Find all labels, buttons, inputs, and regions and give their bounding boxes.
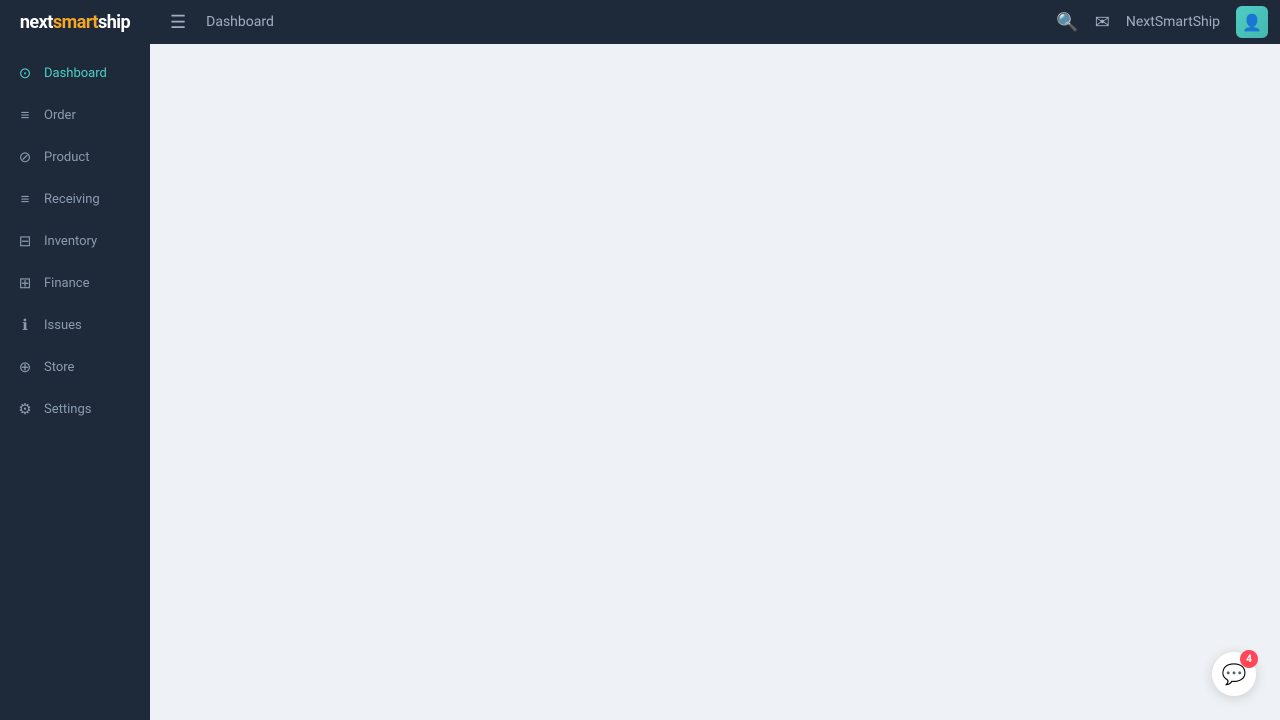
avatar-icon: 👤 <box>1242 13 1262 32</box>
content-area <box>150 44 1280 720</box>
sidebar-label-store: Store <box>44 360 74 375</box>
store-icon: ⊕ <box>16 358 34 376</box>
header-right: 🔍 ✉ NextSmartShip 👤 <box>1056 6 1268 38</box>
logo: nextsmartship <box>0 0 150 44</box>
logo-text: nextsmartship <box>20 12 130 33</box>
dashboard-icon: ⊙ <box>16 64 34 82</box>
order-icon: ≡ <box>16 106 34 124</box>
sidebar-item-store[interactable]: ⊕ Store <box>0 346 150 388</box>
sidebar-item-finance[interactable]: ⊞ Finance <box>0 262 150 304</box>
sidebar-label-inventory: Inventory <box>44 234 97 249</box>
sidebar-label-order: Order <box>44 108 76 123</box>
sidebar-label-receiving: Receiving <box>44 192 100 207</box>
settings-icon: ⚙ <box>16 400 34 418</box>
sidebar-item-product[interactable]: ⊘ Product <box>0 136 150 178</box>
sidebar-item-receiving[interactable]: ≡ Receiving <box>0 178 150 220</box>
sidebar: ⊙ Dashboard ≡ Order ⊘ Product ≡ Receiving ⊟ Inven… <box>0 44 150 720</box>
receiving-icon: ≡ <box>16 190 34 208</box>
header: nextsmartship ☰ Dashboard 🔍 ✉ NextSmartS… <box>0 0 1280 44</box>
issues-icon: ℹ <box>16 316 34 334</box>
username-label: NextSmartShip <box>1126 14 1220 30</box>
search-icon[interactable]: 🔍 <box>1056 12 1078 33</box>
sidebar-item-inventory[interactable]: ⊟ Inventory <box>0 220 150 262</box>
breadcrumb: Dashboard <box>206 14 274 30</box>
sidebar-item-dashboard[interactable]: ⊙ Dashboard <box>0 52 150 94</box>
sidebar-label-settings: Settings <box>44 402 91 417</box>
sidebar-item-settings[interactable]: ⚙ Settings <box>0 388 150 430</box>
sidebar-item-order[interactable]: ≡ Order <box>0 94 150 136</box>
inventory-icon: ⊟ <box>16 232 34 250</box>
mail-icon[interactable]: ✉ <box>1095 12 1110 33</box>
finance-icon: ⊞ <box>16 274 34 292</box>
product-icon: ⊘ <box>16 148 34 166</box>
chat-button[interactable]: 4 💬 <box>1212 652 1256 696</box>
header-left: nextsmartship ☰ Dashboard <box>0 0 274 44</box>
sidebar-item-issues[interactable]: ℹ Issues <box>0 304 150 346</box>
avatar[interactable]: 👤 <box>1236 6 1268 38</box>
sidebar-label-product: Product <box>44 150 89 165</box>
sidebar-label-dashboard: Dashboard <box>44 66 107 81</box>
sidebar-label-finance: Finance <box>44 276 89 291</box>
chat-badge: 4 <box>1240 650 1258 668</box>
hamburger-icon[interactable]: ☰ <box>162 12 194 33</box>
sidebar-label-issues: Issues <box>44 318 82 333</box>
main-layout: ⊙ Dashboard ≡ Order ⊘ Product ≡ Receiving ⊟ Inven… <box>0 44 1280 720</box>
